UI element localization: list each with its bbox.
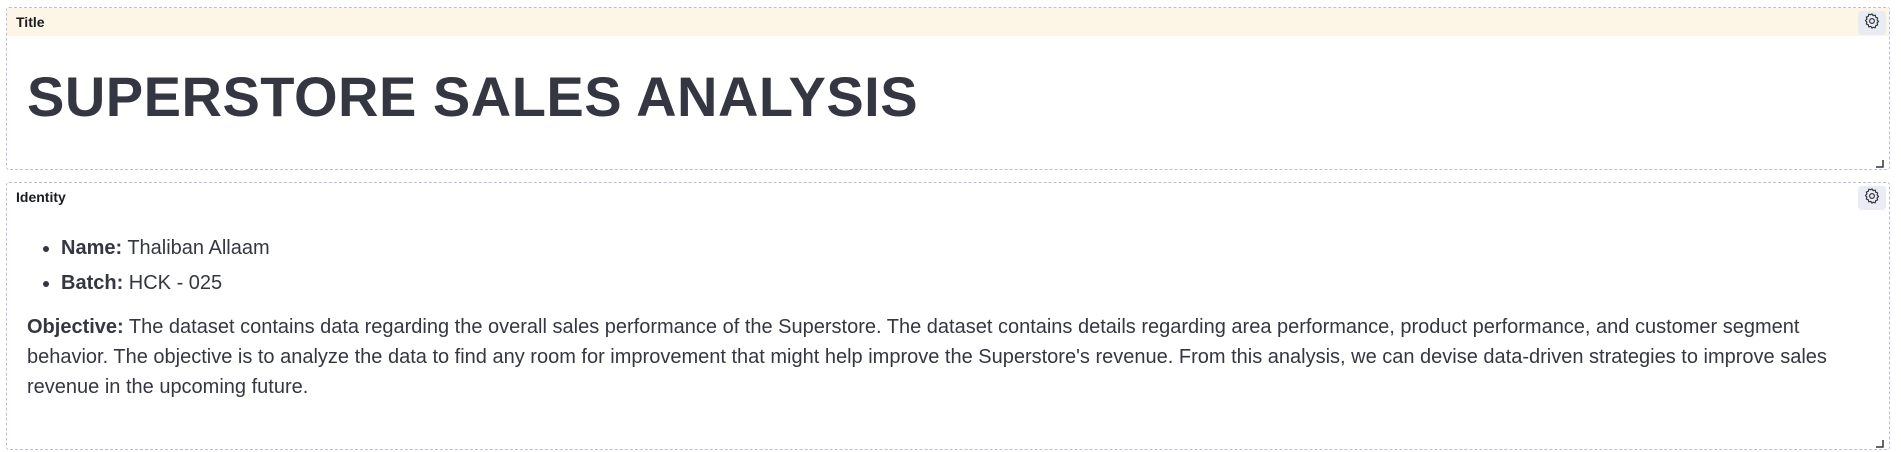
list-item-name: Name: Thaliban Allaam bbox=[61, 233, 1869, 263]
identity-content: Name: Thaliban Allaam Batch: HCK - 025 O… bbox=[27, 233, 1869, 402]
name-value: Thaliban Allaam bbox=[122, 237, 270, 259]
objective-paragraph: Objective: The dataset contains data reg… bbox=[27, 312, 1869, 402]
batch-label: Batch: bbox=[61, 272, 124, 294]
panel-header[interactable]: Title bbox=[7, 8, 1889, 36]
panel-title: Identity bbox=[16, 189, 66, 205]
objective-text: The dataset contains data regarding the … bbox=[27, 316, 1827, 398]
gear-icon bbox=[1863, 12, 1881, 35]
panel-title: Title bbox=[16, 14, 45, 30]
objective-label: Objective: bbox=[27, 316, 124, 338]
resize-handle-icon[interactable] bbox=[1876, 435, 1884, 448]
list-item-batch: Batch: HCK - 025 bbox=[61, 268, 1869, 298]
identity-panel[interactable]: Identity Name: Thaliban Allaam Batch: HC… bbox=[6, 182, 1890, 450]
resize-handle-icon[interactable] bbox=[1876, 155, 1884, 168]
page-title: SUPERSTORE SALES ANALYSIS bbox=[27, 65, 919, 128]
gear-icon bbox=[1863, 187, 1881, 210]
identity-list: Name: Thaliban Allaam Batch: HCK - 025 bbox=[27, 233, 1869, 298]
panel-settings-button[interactable] bbox=[1858, 186, 1886, 210]
panel-settings-button[interactable] bbox=[1858, 11, 1886, 35]
name-label: Name: bbox=[61, 237, 123, 259]
dashboard-canvas: Title SUPERSTORE SALES ANALYSIS Identity bbox=[0, 0, 1901, 452]
title-panel[interactable]: Title SUPERSTORE SALES ANALYSIS bbox=[6, 7, 1890, 170]
panel-header[interactable]: Identity bbox=[7, 183, 1889, 211]
batch-value: HCK - 025 bbox=[123, 272, 223, 294]
